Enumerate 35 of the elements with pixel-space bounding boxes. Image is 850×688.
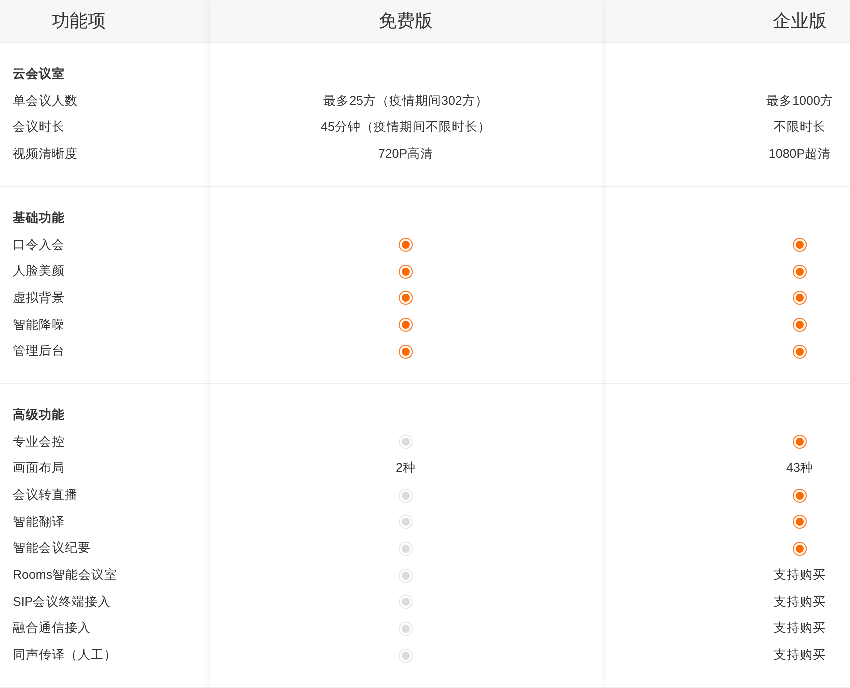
feature-label: 智能降噪	[13, 316, 65, 334]
plan-value: 最多1000方	[766, 92, 834, 110]
plan-value: 支持购买	[774, 647, 826, 664]
section-title: 云会议室	[13, 66, 65, 84]
feature-label: 智能翻译	[13, 514, 65, 531]
plan-value: 支持购买	[774, 620, 826, 638]
column-title: 企业版	[773, 10, 827, 33]
section-title: 高级功能	[13, 406, 65, 424]
plan-value: 45分钟（疫情期间不限时长）	[321, 119, 491, 136]
feature-label: 视频清晰度	[13, 146, 78, 164]
feature-label: 会议转直播	[13, 487, 78, 504]
feature-label: 融合通信接入	[13, 620, 91, 638]
plan-value: 支持购买	[774, 594, 826, 611]
column-title: 免费版	[379, 10, 433, 33]
feature-label: Rooms智能会议室	[13, 567, 118, 584]
feature-label: 口令入会	[13, 236, 65, 254]
feature-label: 会议时长	[13, 119, 65, 136]
feature-label: 单会议人数	[13, 92, 78, 110]
feature-label: SIP会议终端接入	[13, 594, 112, 611]
plan-value: 2种	[396, 460, 416, 478]
feature-label: 同声传译（人工）	[13, 647, 117, 664]
feature-label: 虚拟背景	[13, 290, 65, 307]
plan-value: 不限时长	[774, 119, 826, 136]
plan-value: 1080P超清	[768, 146, 832, 164]
feature-label: 画面布局	[13, 460, 65, 478]
section-title: 基础功能	[13, 210, 65, 227]
column-title: 功能项	[52, 10, 106, 33]
plan-value: 43种	[786, 460, 814, 478]
feature-label: 智能会议纪要	[13, 540, 91, 558]
plan-value: 支持购买	[774, 567, 826, 584]
plan-value: 最多25方（疫情期间302方）	[324, 92, 488, 110]
feature-label: 人脸美颜	[13, 263, 65, 280]
feature-label: 管理后台	[13, 343, 65, 360]
feature-label: 专业会控	[13, 434, 65, 451]
plan-value: 720P高清	[378, 146, 434, 164]
